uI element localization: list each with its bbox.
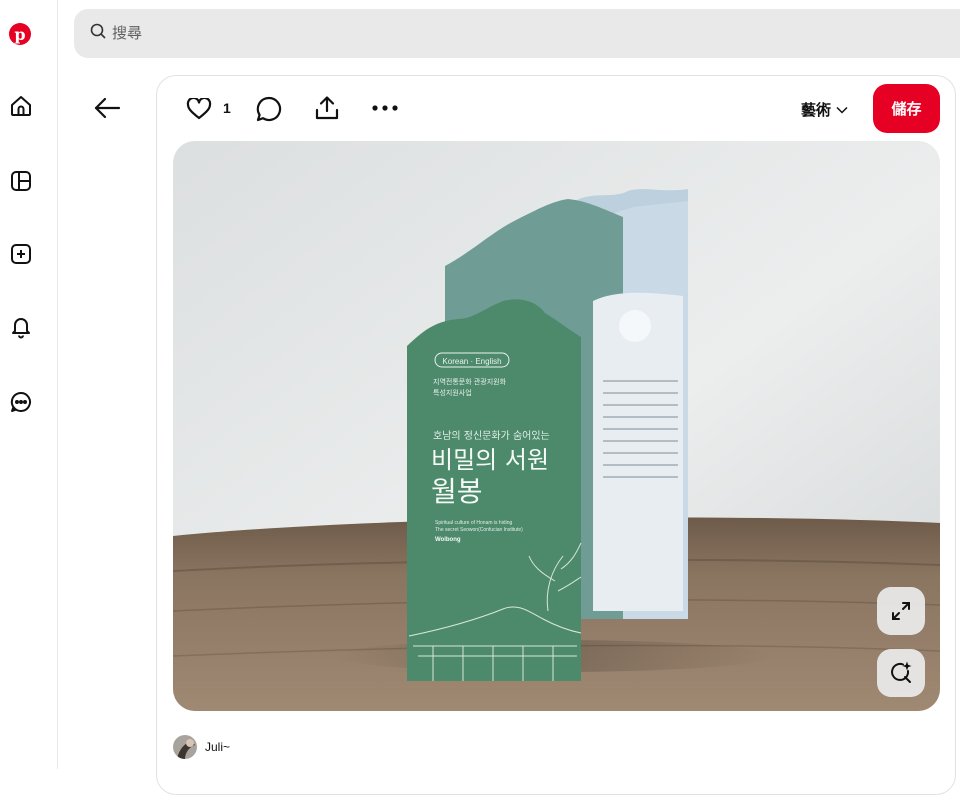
bell-icon[interactable] <box>7 313 35 341</box>
board-selector[interactable]: 藝術 <box>801 99 848 120</box>
visual-search-icon[interactable] <box>877 649 925 697</box>
search-bar[interactable] <box>74 9 960 58</box>
board-label: 藝術 <box>801 102 832 119</box>
left-sidebar: p <box>0 0 58 769</box>
image-sub: 호남의 정신문화가 숨어있는 <box>433 430 550 442</box>
image-pill-text: Korean · English <box>442 357 501 366</box>
expand-icon[interactable] <box>877 587 925 635</box>
plus-square-icon[interactable] <box>7 240 35 268</box>
image-line1: 지역전통문화 관광지원화 <box>433 377 507 386</box>
image-title1: 비밀의 서원 <box>431 446 549 474</box>
image-line2: 특성지원사업 <box>433 388 472 397</box>
search-icon <box>90 23 106 44</box>
save-button[interactable]: 儲存 <box>873 84 940 133</box>
back-arrow-icon[interactable] <box>92 94 122 122</box>
like-count: 1 <box>223 100 231 116</box>
author-name[interactable]: Juli~ <box>205 740 230 754</box>
image-en3: Wolbong <box>435 537 461 543</box>
image-title2: 월봉 <box>431 475 483 508</box>
pinterest-logo-icon[interactable]: p <box>9 23 31 45</box>
search-input[interactable] <box>112 25 712 42</box>
pin-card: 1 藝術 儲存 Korean · English 지역전통문화 관광지원화 특성… <box>156 75 956 795</box>
pin-author[interactable]: Juli~ <box>173 735 230 759</box>
heart-icon[interactable] <box>185 96 213 122</box>
boards-icon[interactable] <box>7 167 35 195</box>
comment-icon[interactable] <box>255 95 283 123</box>
home-icon[interactable] <box>7 92 35 120</box>
chat-icon[interactable] <box>7 388 35 416</box>
pin-image[interactable]: Korean · English 지역전통문화 관광지원화 특성지원사업 호남의… <box>173 141 940 711</box>
chevron-down-icon <box>836 101 848 118</box>
image-en2: The secret Seowon(Confucian Institute) <box>435 527 523 533</box>
avatar[interactable] <box>173 735 197 759</box>
share-icon[interactable] <box>313 94 341 122</box>
more-options-icon[interactable] <box>371 98 399 118</box>
image-en1: Spiritual culture of Honam is hiding <box>435 520 512 526</box>
